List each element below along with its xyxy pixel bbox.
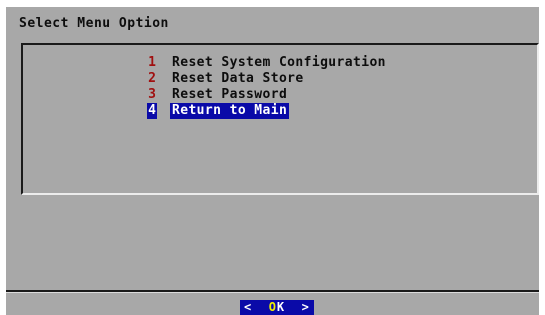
ok-button[interactable]: < OK >	[240, 300, 314, 315]
menu-item-label: Reset Data Store	[172, 71, 304, 86]
menu-item-number: 2	[148, 71, 156, 86]
menu-dialog: Select Menu Option 1 Reset System Config…	[6, 7, 539, 315]
ok-hotkey: O	[268, 300, 277, 314]
menu-item-number: 1	[148, 55, 156, 70]
button-row-divider	[6, 290, 539, 293]
menu-item-label: Reset Password	[172, 87, 288, 102]
menu-item-label: Return to Main	[170, 103, 290, 119]
chevron-left-icon: <	[244, 300, 253, 314]
menu-item-number: 3	[148, 87, 156, 102]
dialog-title: Select Menu Option	[19, 16, 169, 31]
menu-list: 1 Reset System Configuration 2 Reset Dat…	[21, 43, 539, 195]
menu-item-label: Reset System Configuration	[172, 55, 386, 70]
menu-item-number: 4	[147, 103, 157, 119]
ok-label: K	[276, 300, 286, 314]
chevron-right-icon: >	[301, 300, 310, 314]
